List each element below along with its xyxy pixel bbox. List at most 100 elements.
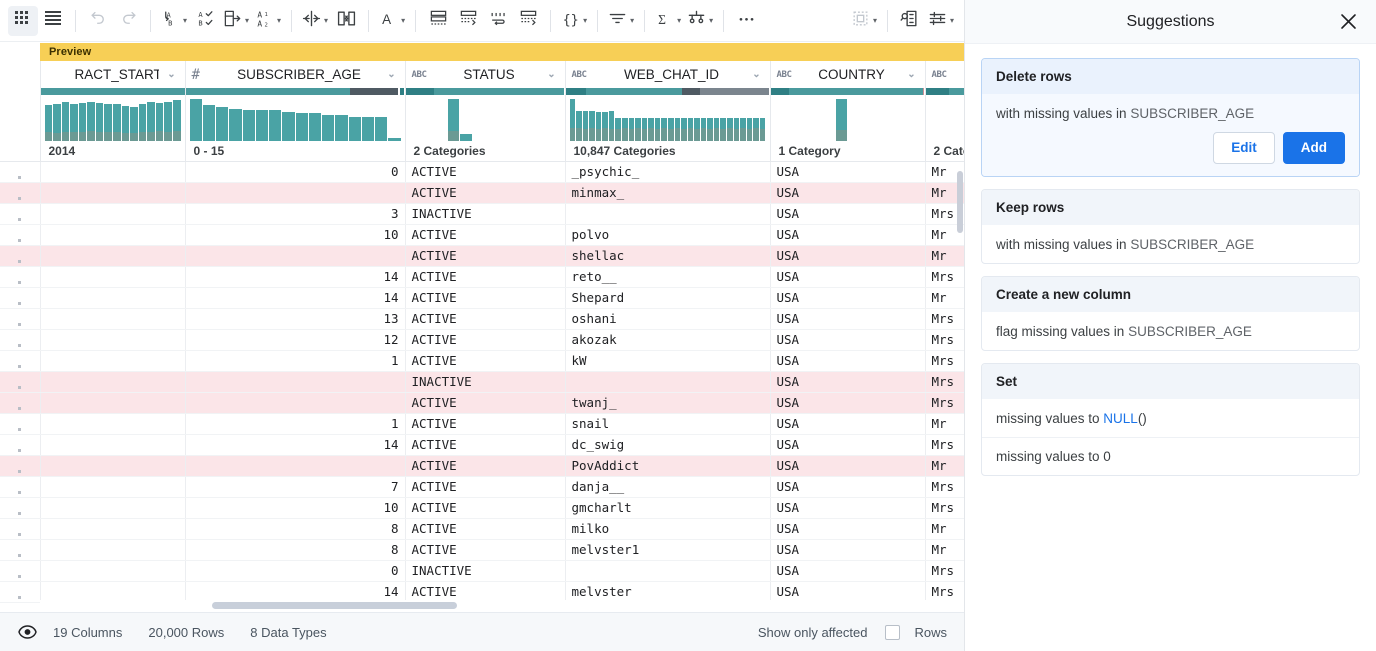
cell-contract_start[interactable] xyxy=(40,414,185,435)
suggestion-option[interactable]: missing values to NULL() xyxy=(982,399,1359,437)
cell-country[interactable]: USA xyxy=(770,267,925,288)
row-gutter-cell[interactable] xyxy=(0,162,40,183)
filter-rows-icon[interactable] xyxy=(453,6,483,36)
row-gutter-cell[interactable] xyxy=(0,267,40,288)
list-view-icon[interactable] xyxy=(38,6,68,36)
column-header-title[interactable]: ABC2 Cate xyxy=(925,61,965,162)
chevron-down-icon[interactable]: ⌄ xyxy=(385,69,399,80)
cell-title[interactable]: Mrs xyxy=(925,351,965,372)
table-row[interactable]: 14ACTIVEdc_swigUSAMrs xyxy=(0,435,965,456)
suggestion-card[interactable]: Setmissing values to NULL()missing value… xyxy=(981,363,1360,476)
table-row[interactable]: 14ACTIVEreto__USAMrs xyxy=(0,267,965,288)
show-only-affected-checkbox[interactable] xyxy=(885,625,900,640)
cell-country[interactable]: USA xyxy=(770,309,925,330)
table-row[interactable]: 12ACTIVEakozakUSAMrs xyxy=(0,330,965,351)
cell-subscriber_age[interactable]: 8 xyxy=(185,519,405,540)
cell-status[interactable]: INACTIVE xyxy=(405,372,565,393)
table-row[interactable]: ACTIVEminmax_USAMr xyxy=(0,183,965,204)
table-row[interactable]: 8ACTIVEmilkoUSAMr xyxy=(0,519,965,540)
row-gutter-cell[interactable] xyxy=(0,603,40,613)
validate-values-icon[interactable]: AB xyxy=(190,6,220,36)
cell-status[interactable]: ACTIVE xyxy=(405,246,565,267)
cell-country[interactable]: USA xyxy=(770,435,925,456)
cell-web_chat_id[interactable]: akozak xyxy=(565,330,770,351)
column-header-web_chat_id[interactable]: ABCWEB_CHAT_ID⌄10,847 Categories xyxy=(565,61,770,162)
split-column-icon[interactable]: ▾ xyxy=(299,6,331,36)
row-gutter-cell[interactable] xyxy=(0,225,40,246)
suggestion-option[interactable]: with missing values in SUBSCRIBER_AGE xyxy=(982,94,1359,132)
cell-country[interactable]: USA xyxy=(770,519,925,540)
suggestion-card[interactable]: Keep rowswith missing values in SUBSCRIB… xyxy=(981,189,1360,264)
cell-web_chat_id[interactable] xyxy=(565,561,770,582)
cell-title[interactable]: Mrs xyxy=(925,477,965,498)
cell-contract_start[interactable] xyxy=(40,225,185,246)
cell-contract_start[interactable] xyxy=(40,372,185,393)
cell-status[interactable]: ACTIVE xyxy=(405,351,565,372)
cell-web_chat_id[interactable]: milko xyxy=(565,519,770,540)
aggregate-sum-icon[interactable]: Σ▾ xyxy=(652,6,684,36)
cell-status[interactable]: ACTIVE xyxy=(405,540,565,561)
extract-icon[interactable]: ▾ xyxy=(220,6,252,36)
cell-web_chat_id[interactable]: oshani xyxy=(565,309,770,330)
merge-columns-icon[interactable] xyxy=(331,6,361,36)
cell-status[interactable]: ACTIVE xyxy=(405,162,565,183)
cell-country[interactable]: USA xyxy=(770,288,925,309)
cell-web_chat_id[interactable]: twanj_ xyxy=(565,393,770,414)
cell-title[interactable]: Mr xyxy=(925,540,965,561)
column-header-contract_start[interactable]: RACT_START⌄2014 xyxy=(40,61,185,162)
cell-subscriber_age[interactable]: 13 xyxy=(185,309,405,330)
cell-web_chat_id[interactable]: _psychic_ xyxy=(565,162,770,183)
fill-rows-icon[interactable] xyxy=(483,6,513,36)
cell-web_chat_id[interactable]: shellac xyxy=(565,246,770,267)
cell-subscriber_age[interactable]: 10 xyxy=(185,498,405,519)
cell-country[interactable]: USA xyxy=(770,393,925,414)
row-gutter-cell[interactable] xyxy=(0,183,40,204)
cell-status[interactable]: ACTIVE xyxy=(405,435,565,456)
cell-contract_start[interactable] xyxy=(40,561,185,582)
table-row[interactable]: 7ACTIVEdanja__USAMrs xyxy=(0,477,965,498)
cell-status[interactable]: INACTIVE xyxy=(405,204,565,225)
row-gutter-cell[interactable] xyxy=(0,414,40,435)
delete-rows-icon[interactable] xyxy=(423,6,453,36)
cell-subscriber_age[interactable] xyxy=(185,183,405,204)
row-gutter-cell[interactable] xyxy=(0,288,40,309)
cell-subscriber_age[interactable]: 10 xyxy=(185,225,405,246)
table-row[interactable]: ACTIVEshellacUSAMr xyxy=(0,246,965,267)
column-header-status[interactable]: ABCSTATUS⌄2 Categories xyxy=(405,61,565,162)
row-gutter-cell[interactable] xyxy=(0,351,40,372)
cell-subscriber_age[interactable] xyxy=(185,246,405,267)
cell-subscriber_age[interactable]: 1 xyxy=(185,414,405,435)
cell-title[interactable]: Mrs xyxy=(925,267,965,288)
cell-contract_start[interactable] xyxy=(40,267,185,288)
format-text-icon[interactable]: A▾ xyxy=(376,6,408,36)
cell-country[interactable]: USA xyxy=(770,561,925,582)
replace-text-icon[interactable]: AB▾ xyxy=(158,6,190,36)
row-gutter-cell[interactable] xyxy=(0,561,40,582)
cell-subscriber_age[interactable]: 14 xyxy=(185,435,405,456)
table-row[interactable]: 1ACTIVEsnailUSAMr xyxy=(0,414,965,435)
cell-status[interactable]: ACTIVE xyxy=(405,309,565,330)
table-row[interactable]: 1ACTIVEkWUSAMrs xyxy=(0,351,965,372)
cell-country[interactable]: USA xyxy=(770,351,925,372)
row-gutter-cell[interactable] xyxy=(0,246,40,267)
column-header-country[interactable]: ABCCOUNTRY⌄1 Category xyxy=(770,61,925,162)
vertical-scrollbar-thumb[interactable] xyxy=(957,171,963,233)
edit-button[interactable]: Edit xyxy=(1213,132,1275,164)
suggestion-option[interactable]: missing values to 0 xyxy=(982,437,1359,475)
grid-view-icon[interactable] xyxy=(8,6,38,36)
suggestion-option[interactable]: flag missing values in SUBSCRIBER_AGE xyxy=(982,312,1359,350)
cell-country[interactable]: USA xyxy=(770,477,925,498)
cell-country[interactable]: USA xyxy=(770,372,925,393)
cell-contract_start[interactable] xyxy=(40,498,185,519)
cell-status[interactable]: ACTIVE xyxy=(405,519,565,540)
table-row[interactable]: 14ACTIVEShepardUSAMr xyxy=(0,288,965,309)
cell-status[interactable]: ACTIVE xyxy=(405,288,565,309)
cell-country[interactable]: USA xyxy=(770,498,925,519)
cell-subscriber_age[interactable]: 12 xyxy=(185,330,405,351)
cell-web_chat_id[interactable]: danja__ xyxy=(565,477,770,498)
cell-contract_start[interactable] xyxy=(40,288,185,309)
cell-title[interactable]: Mrs xyxy=(925,393,965,414)
cell-status[interactable]: ACTIVE xyxy=(405,414,565,435)
grid-scroll-area[interactable]: RACT_START⌄2014#SUBSCRIBER_AGE⌄0 - 15ABC… xyxy=(0,61,965,612)
cell-title[interactable]: Mr xyxy=(925,288,965,309)
